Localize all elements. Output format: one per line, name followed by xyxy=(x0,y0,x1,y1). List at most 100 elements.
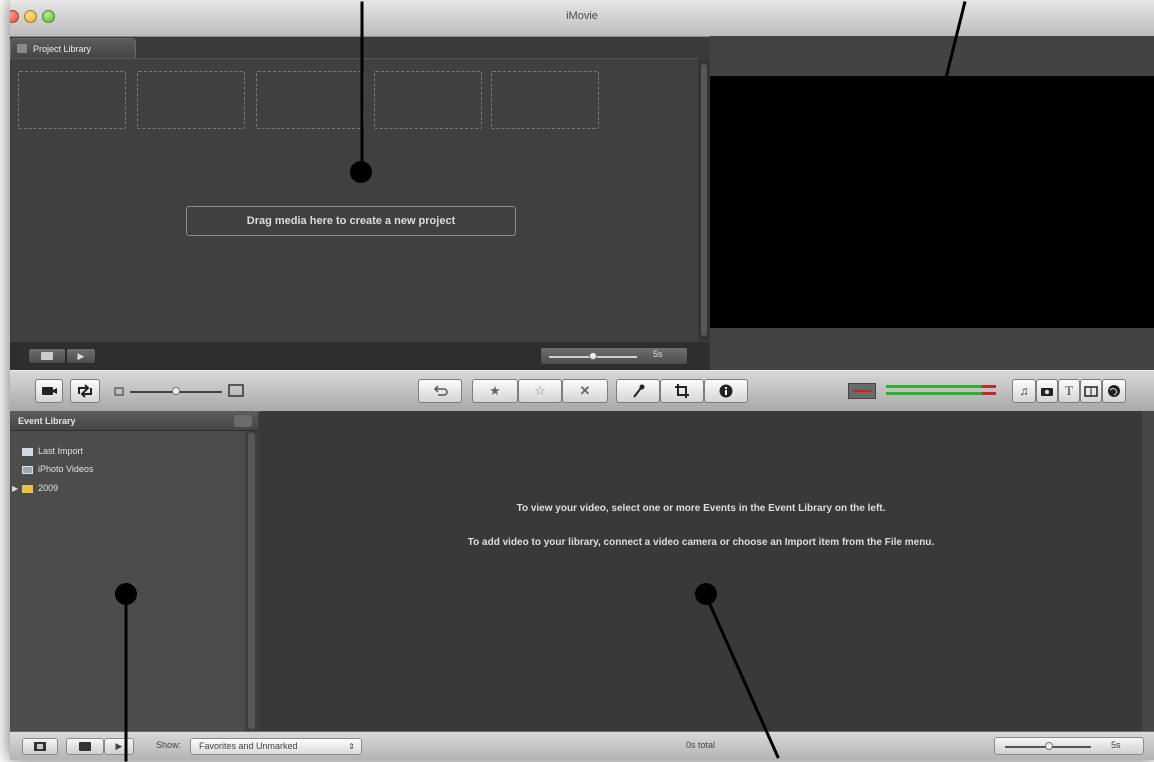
camera-icon xyxy=(42,387,57,395)
new-event-button[interactable] xyxy=(22,738,58,755)
outline-star-icon: ☆ xyxy=(534,383,546,398)
project-bottom-bar: ▶ 5s xyxy=(10,342,710,370)
event-item-label: iPhoto Videos xyxy=(38,464,94,474)
event-item-last-import[interactable]: Last Import xyxy=(22,444,83,458)
main-toolbar: ★ ☆ ✕ ♫ T xyxy=(10,370,1154,412)
music-note-icon: ♫ xyxy=(1019,384,1029,398)
music-browser-button[interactable]: ♫ xyxy=(1012,379,1036,403)
event-browser-message-2: To add video to your library, connect a … xyxy=(467,537,935,548)
undo-button[interactable] xyxy=(418,379,462,403)
project-scrollbar[interactable] xyxy=(698,60,710,340)
audio-meter-peak xyxy=(982,385,996,388)
thumbnail-slider-knob[interactable] xyxy=(172,387,180,395)
unmark-button[interactable]: ☆ xyxy=(518,379,562,403)
project-placeholder xyxy=(374,71,482,129)
callout-line xyxy=(124,595,128,762)
callout-line xyxy=(360,1,364,174)
event-browser-message-1: To view your video, select one or more E… xyxy=(516,503,886,514)
project-placeholder xyxy=(18,71,126,129)
title-t-icon: T xyxy=(1065,383,1073,398)
event-item-label: Last Import xyxy=(38,446,84,456)
play-fullscreen-button[interactable]: ▶ xyxy=(104,738,134,755)
viewer-bottom-margin xyxy=(710,328,1154,370)
total-duration: 0s total xyxy=(686,740,716,750)
event-library-header: Event Library xyxy=(10,411,258,431)
event-zoom-value: 5s xyxy=(1111,740,1121,750)
import-icon xyxy=(22,447,33,456)
event-library-scrollbar[interactable] xyxy=(245,431,258,731)
inspector-button[interactable] xyxy=(704,379,748,403)
swap-icon xyxy=(78,384,92,398)
audio-meter-right xyxy=(886,392,996,395)
event-library-pane: Event Library Last Import iPhoto Videos … xyxy=(10,411,258,731)
event-item-label: 2009 xyxy=(38,483,59,493)
callout-dot xyxy=(115,583,137,605)
project-placeholder xyxy=(137,71,245,129)
info-icon xyxy=(719,384,733,398)
transitions-browser-button[interactable] xyxy=(1080,379,1102,403)
event-browser-scrollbar[interactable] xyxy=(1142,411,1154,731)
project-library-icon xyxy=(17,44,27,53)
camera-import-button[interactable] xyxy=(35,379,63,403)
project-placeholder xyxy=(256,71,364,129)
title-bar: iMovie xyxy=(10,0,1154,37)
tab-project-library[interactable]: Project Library xyxy=(10,38,136,58)
transition-icon xyxy=(1084,386,1098,397)
reject-button[interactable]: ✕ xyxy=(562,379,608,403)
drag-media-prompt: Drag media here to create a new project xyxy=(186,206,516,236)
callout-dot xyxy=(350,161,372,183)
photo-camera-icon xyxy=(1041,388,1053,396)
swap-panels-button[interactable] xyxy=(70,379,100,403)
window-title: iMovie xyxy=(566,10,598,22)
project-library-pane[interactable]: Drag media here to create a new project xyxy=(10,58,698,343)
slider-knob[interactable] xyxy=(1045,742,1053,750)
scroll-thumb[interactable] xyxy=(248,433,255,729)
film-icon xyxy=(79,742,91,751)
disclosure-triangle-icon[interactable]: ▶ xyxy=(12,484,18,493)
project-zoom-value: 5s xyxy=(653,349,663,359)
microphone-icon xyxy=(633,384,645,398)
maps-browser-button[interactable] xyxy=(1102,379,1126,403)
photo-browser-button[interactable] xyxy=(1036,379,1058,403)
crop-icon xyxy=(675,384,689,398)
tab-label: Project Library xyxy=(33,44,92,54)
viewer-top-margin xyxy=(710,36,1154,76)
event-item-iphoto-videos[interactable]: iPhoto Videos xyxy=(22,462,93,476)
audio-meter-left xyxy=(886,385,996,388)
event-zoom-control: 5s xyxy=(994,737,1144,755)
new-project-button[interactable] xyxy=(28,348,66,364)
undo-icon xyxy=(433,385,448,396)
large-thumbnail-icon xyxy=(228,384,244,397)
titles-browser-button[interactable]: T xyxy=(1058,379,1080,403)
show-label: Show: xyxy=(156,740,182,750)
film-icon xyxy=(41,352,53,360)
chevron-updown-icon: ⇕ xyxy=(348,742,355,751)
audio-skimming-button[interactable] xyxy=(848,383,876,399)
slider-knob[interactable] xyxy=(589,352,597,360)
filled-star-icon: ★ xyxy=(489,383,501,398)
callout-dot xyxy=(695,583,717,605)
show-filter-value: Favorites and Unmarked xyxy=(199,741,298,751)
iphoto-icon xyxy=(22,465,33,474)
event-item-2009[interactable]: ▶ 2009 xyxy=(12,481,58,495)
eject-icon[interactable] xyxy=(234,415,252,427)
x-icon: ✕ xyxy=(579,383,591,398)
scroll-thumb[interactable] xyxy=(701,64,707,336)
audio-meter-peak xyxy=(982,392,996,395)
play-event-button[interactable] xyxy=(66,738,104,755)
small-thumbnail-icon xyxy=(114,387,124,396)
voiceover-button[interactable] xyxy=(616,379,660,403)
mark-favorite-button[interactable]: ★ xyxy=(472,379,518,403)
audio-skimming-icon xyxy=(853,390,871,392)
show-filter-select[interactable]: Favorites and Unmarked ⇕ xyxy=(190,738,362,755)
play-project-button[interactable]: ▶ xyxy=(66,348,96,364)
event-icon xyxy=(34,742,46,751)
event-browser[interactable]: To view your video, select one or more E… xyxy=(260,411,1142,731)
imovie-window: iMovie Project Library Drag media here t… xyxy=(10,0,1154,760)
status-bar: ▶ Show: Favorites and Unmarked ⇕ 0s tota… xyxy=(10,731,1154,760)
viewer-screen xyxy=(710,76,1154,328)
globe-icon xyxy=(1108,385,1120,397)
callout-dot xyxy=(905,161,927,183)
crop-button[interactable] xyxy=(660,379,704,403)
folder-icon xyxy=(22,484,34,493)
